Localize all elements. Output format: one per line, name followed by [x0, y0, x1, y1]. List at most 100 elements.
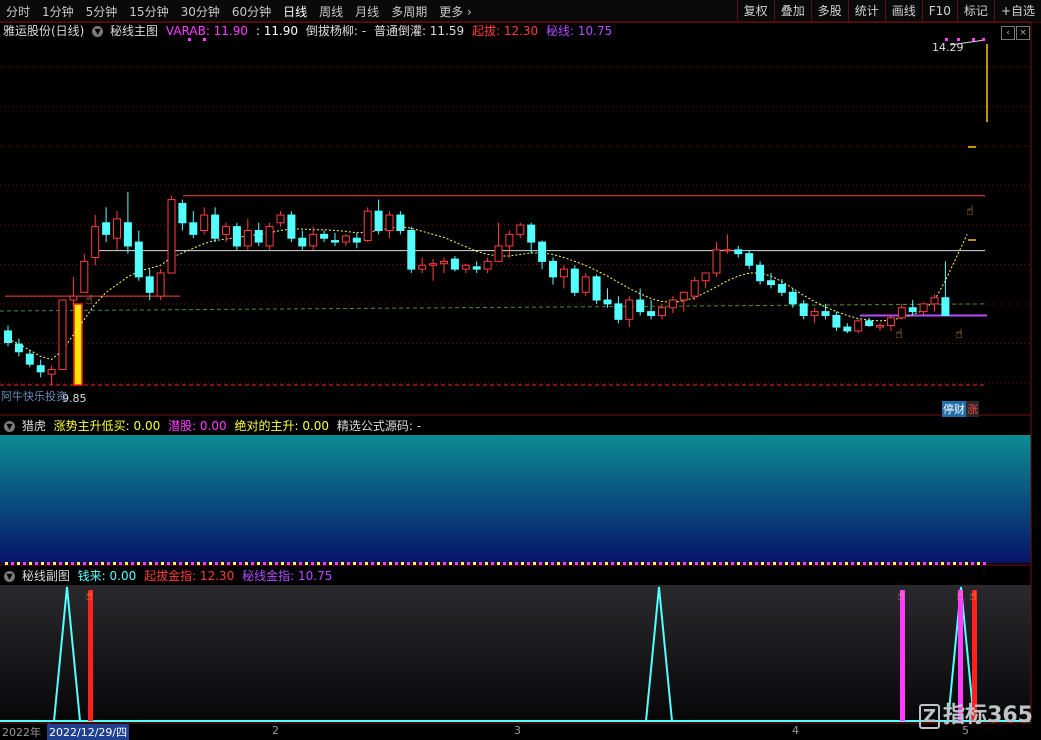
sub1-baseline-dot — [887, 562, 890, 565]
sub2-l2: 起拔金指: 12.30 — [144, 569, 235, 583]
sub2-l3: 秘线金指: 10.75 — [242, 569, 333, 583]
sub1-baseline-dot — [281, 562, 284, 565]
candle-body — [723, 249, 732, 252]
sub1-baseline-dot — [95, 562, 98, 565]
sub1-baseline-dot — [359, 562, 362, 565]
sub1-baseline-dot — [629, 562, 632, 565]
sub1-legend: ▼ 猎虎 涨势主升低买: 0.00 潜股: 0.00 绝对的主升: 0.00 精… — [0, 418, 421, 434]
sub1-background — [0, 435, 1031, 563]
chevron-down-icon[interactable]: ▼ — [4, 421, 15, 432]
sub1-baseline-dot — [773, 562, 776, 565]
sub1-baseline-dot — [449, 562, 452, 565]
sub1-baseline-dot — [83, 562, 86, 565]
sub1-baseline-dot — [959, 562, 962, 565]
sub1-baseline-dot — [503, 562, 506, 565]
sub1-baseline-dot — [575, 562, 578, 565]
sub1-baseline-dot — [725, 562, 728, 565]
sub1-baseline-dot — [743, 562, 746, 565]
candle-body — [483, 260, 492, 270]
sub1-name[interactable]: 猎虎 — [22, 419, 46, 433]
signal-bar — [73, 303, 83, 386]
sub1-baseline-dot — [605, 562, 608, 565]
candle-body — [472, 266, 481, 270]
candle-body — [559, 268, 568, 278]
sub1-baseline-dot — [635, 562, 638, 565]
candle-body — [603, 299, 612, 305]
sub1-baseline-dot — [5, 562, 8, 565]
site-logo: Z 指标365 — [919, 697, 1033, 729]
candle-body — [734, 249, 743, 255]
candle-body — [58, 299, 67, 371]
sub1-baseline-dot — [29, 562, 32, 565]
candle-body — [113, 218, 121, 239]
sub1-baseline-dot — [89, 562, 92, 565]
sub1-baseline-dot — [749, 562, 752, 565]
sub1-baseline-dot — [917, 562, 920, 565]
sub1-baseline-dot — [713, 562, 716, 565]
sub1-baseline-dot — [839, 562, 842, 565]
sub1-baseline-dot — [527, 562, 530, 565]
sub1-baseline-dot — [65, 562, 68, 565]
candle-body — [167, 199, 176, 274]
sub1-baseline-dot — [821, 562, 824, 565]
sub1-baseline-dot — [497, 562, 500, 565]
sub2-l1: 钱来: 0.00 — [77, 569, 137, 583]
candle-body — [592, 276, 601, 301]
sub1-baseline-dot — [233, 562, 236, 565]
hand-pointer-icon: ☝ — [956, 589, 964, 604]
sub1-baseline-dot — [155, 562, 158, 565]
candle-body — [767, 280, 775, 286]
sub1-baseline-dot — [815, 562, 818, 565]
sub1-baseline-dot — [983, 562, 986, 565]
sub1-baseline-dot — [557, 562, 560, 565]
sub1-baseline-dot — [893, 562, 896, 565]
candle-body — [4, 330, 12, 344]
sub1-baseline-dot — [77, 562, 80, 565]
sub1-l1: 涨势主升低买: 0.00 — [53, 419, 161, 433]
sub1-baseline-dot — [533, 562, 536, 565]
sub1-baseline-dot — [827, 562, 830, 565]
sub1-baseline-dot — [179, 562, 182, 565]
sub1-baseline-dot — [545, 562, 548, 565]
candle-body — [527, 224, 536, 243]
candle-body — [102, 222, 111, 235]
candle-body — [331, 240, 339, 243]
candle-body — [211, 214, 220, 239]
candle-body — [690, 280, 699, 297]
candle-body — [36, 365, 45, 373]
sub1-baseline-dot — [707, 562, 710, 565]
sub2-name[interactable]: 秘线副图 — [22, 569, 70, 583]
sub1-baseline-dot — [101, 562, 104, 565]
sub1-baseline-dot — [167, 562, 170, 565]
candle-body — [374, 210, 383, 231]
sub1-baseline-dot — [215, 562, 218, 565]
sub1-baseline-dot — [275, 562, 278, 565]
sub1-baseline-dot — [737, 562, 740, 565]
sub1-baseline-dot — [437, 562, 440, 565]
sub1-baseline-dot — [593, 562, 596, 565]
candle-body — [418, 264, 427, 270]
sub1-baseline-dot — [53, 562, 56, 565]
candle-body — [276, 214, 285, 224]
candle-body — [516, 224, 525, 235]
chevron-down-icon[interactable]: ▼ — [4, 571, 15, 582]
candle-body — [636, 299, 645, 313]
logo-text: 指标365 — [943, 703, 1033, 728]
sub1-baseline-dot — [611, 562, 614, 565]
sub1-baseline-dot — [569, 562, 572, 565]
sub1-baseline-dot — [491, 562, 494, 565]
candle-body — [352, 237, 361, 243]
sub1-baseline-dot — [929, 562, 932, 565]
candle-body — [810, 311, 819, 316]
sub1-baseline-dot — [35, 562, 38, 565]
candle-body — [494, 245, 503, 262]
dashed-green-line — [0, 303, 986, 312]
sub1-baseline-dot — [755, 562, 758, 565]
sub1-baseline-dot — [647, 562, 650, 565]
candle-body — [341, 235, 350, 243]
sub1-baseline-dot — [653, 562, 656, 565]
sub1-baseline-dot — [341, 562, 344, 565]
candle-body — [581, 276, 590, 293]
sub1-baseline-dot — [467, 562, 470, 565]
candle-body — [668, 299, 677, 309]
